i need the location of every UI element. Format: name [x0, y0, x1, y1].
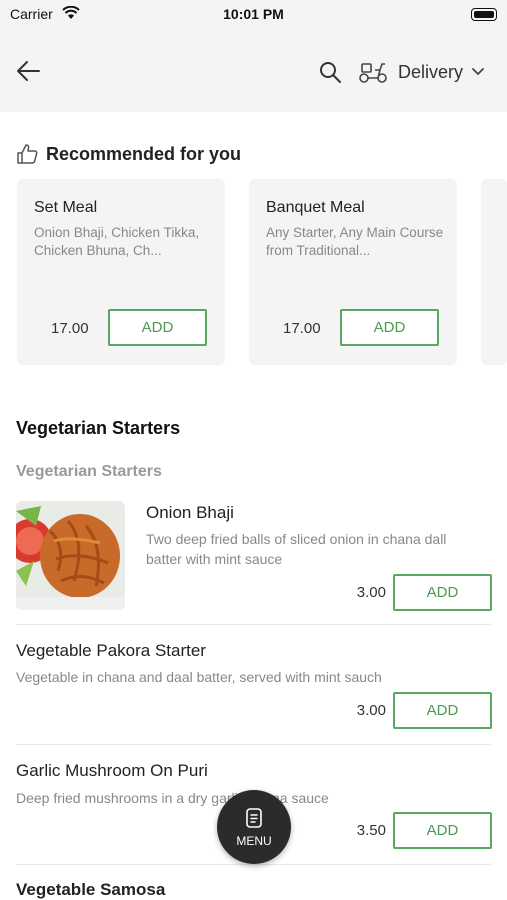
item-price: 3.00 — [356, 584, 386, 601]
subsection-title: Vegetarian Starters — [16, 463, 162, 480]
menu-book-icon — [246, 808, 262, 828]
card-title: Set Meal — [34, 199, 98, 216]
search-icon[interactable] — [318, 60, 342, 84]
card-description: Onion Bhaji, Chicken Tikka, Chicken Bhun… — [34, 225, 200, 258]
delivery-label: Delivery — [398, 61, 464, 82]
recommended-card-partial[interactable] — [481, 179, 507, 365]
menu-fab-label: MENU — [236, 834, 272, 848]
scooter-icon — [359, 63, 387, 83]
card-price: 17.00 — [51, 320, 89, 337]
battery-icon — [471, 8, 497, 21]
menu-fab-button[interactable]: MENU — [217, 790, 291, 864]
card-price: 17.00 — [283, 320, 321, 337]
add-button[interactable]: ADD — [393, 574, 492, 611]
item-name: Onion Bhaji — [146, 503, 234, 522]
thumbs-up-icon — [17, 144, 38, 164]
status-bar: Carrier 10:01 PM — [0, 0, 507, 30]
delivery-selector[interactable]: Delivery — [358, 58, 485, 86]
section-title: Vegetarian Starters — [16, 418, 181, 438]
item-name: Vegetable Samosa — [16, 880, 166, 899]
divider — [16, 864, 491, 865]
item-price: 3.50 — [356, 822, 386, 839]
add-button[interactable]: ADD — [393, 812, 492, 849]
item-description: Vegetable in chana and daal batter, serv… — [16, 669, 382, 685]
recommended-title: Recommended for you — [46, 143, 242, 164]
onion-bhaji-image — [16, 501, 125, 610]
item-price: 3.00 — [356, 702, 386, 719]
divider — [16, 624, 491, 625]
add-button[interactable]: ADD — [393, 692, 492, 729]
clock: 10:01 PM — [223, 6, 284, 22]
add-button[interactable]: ADD — [340, 309, 439, 346]
chevron-down-icon — [472, 68, 484, 76]
recommended-card[interactable]: Banquet Meal Any Starter, Any Main Cours… — [249, 179, 457, 365]
item-description: Two deep fried balls of sliced onion in … — [146, 531, 447, 567]
recommended-card[interactable]: Set Meal Onion Bhaji, Chicken Tikka, Chi… — [17, 179, 225, 365]
item-name: Garlic Mushroom On Puri — [16, 761, 208, 780]
top-bar: Delivery — [0, 30, 507, 112]
divider — [16, 744, 491, 745]
item-name: Vegetable Pakora Starter — [16, 641, 206, 660]
add-button[interactable]: ADD — [108, 309, 207, 346]
recommended-header: Recommended for you — [16, 143, 241, 165]
card-title: Banquet Meal — [266, 199, 365, 216]
card-description: Any Starter, Any Main Course from Tradit… — [266, 225, 444, 258]
back-arrow-icon[interactable] — [14, 56, 44, 86]
